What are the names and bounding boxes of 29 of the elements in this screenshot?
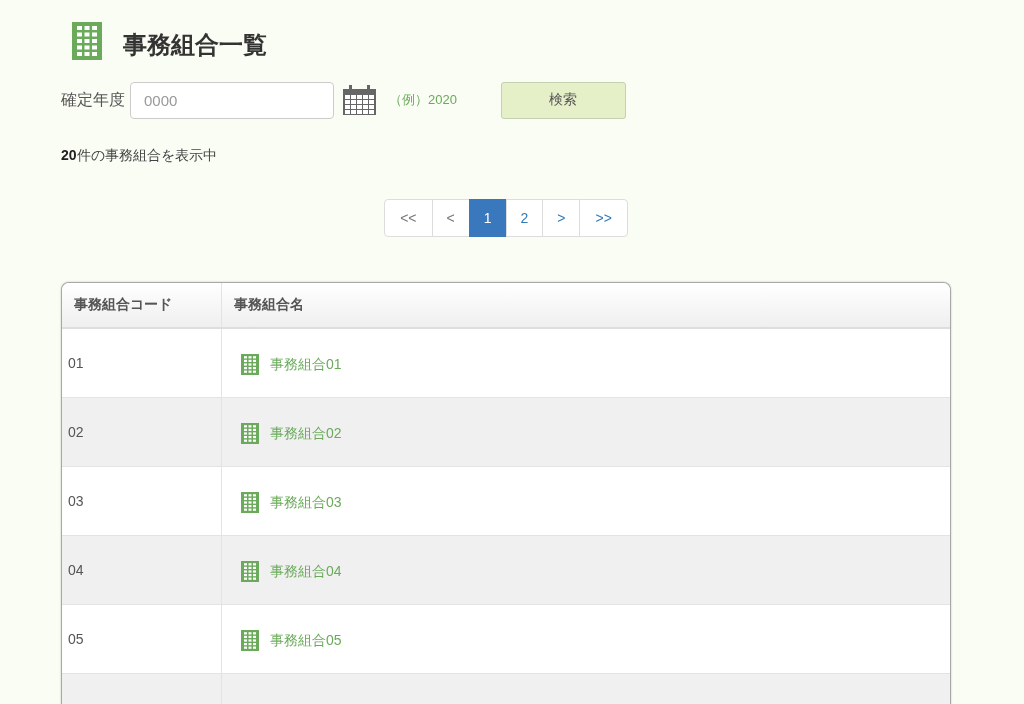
result-count: 20件の事務組合を表示中 (61, 146, 217, 165)
union-link[interactable]: 事務組合05 (270, 631, 342, 650)
column-header: 事務組合コード (62, 283, 222, 327)
column-header: 事務組合名 (233, 295, 305, 314)
code-cell: 02 (68, 424, 84, 440)
building-icon (72, 22, 102, 60)
building-icon (241, 561, 259, 582)
page-title: 事務組合一覧 (123, 30, 267, 60)
union-link[interactable]: 事務組合03 (270, 493, 342, 512)
page-link[interactable]: 1 (468, 199, 507, 237)
code-cell: 05 (68, 631, 84, 647)
page-link[interactable]: 2 (505, 199, 544, 237)
year-input[interactable]: 0000 (130, 81, 334, 119)
building-icon (241, 492, 259, 513)
calendar-icon[interactable] (343, 85, 376, 115)
example-hint: （例）2020 (389, 91, 457, 109)
page-link[interactable]: >> (579, 199, 628, 237)
year-label: 確定年度 (61, 89, 125, 110)
union-link[interactable]: 事務組合02 (270, 424, 342, 443)
code-cell: 01 (68, 355, 84, 371)
building-icon (241, 354, 259, 375)
union-link[interactable]: 事務組合04 (270, 562, 342, 581)
code-cell: 04 (68, 562, 84, 578)
search-button[interactable]: 検索 (500, 81, 626, 119)
union-link[interactable]: 事務組合01 (270, 355, 342, 374)
page-link[interactable]: > (542, 199, 581, 237)
building-icon (241, 630, 259, 651)
building-icon (241, 423, 259, 444)
code-cell: 03 (68, 493, 84, 509)
